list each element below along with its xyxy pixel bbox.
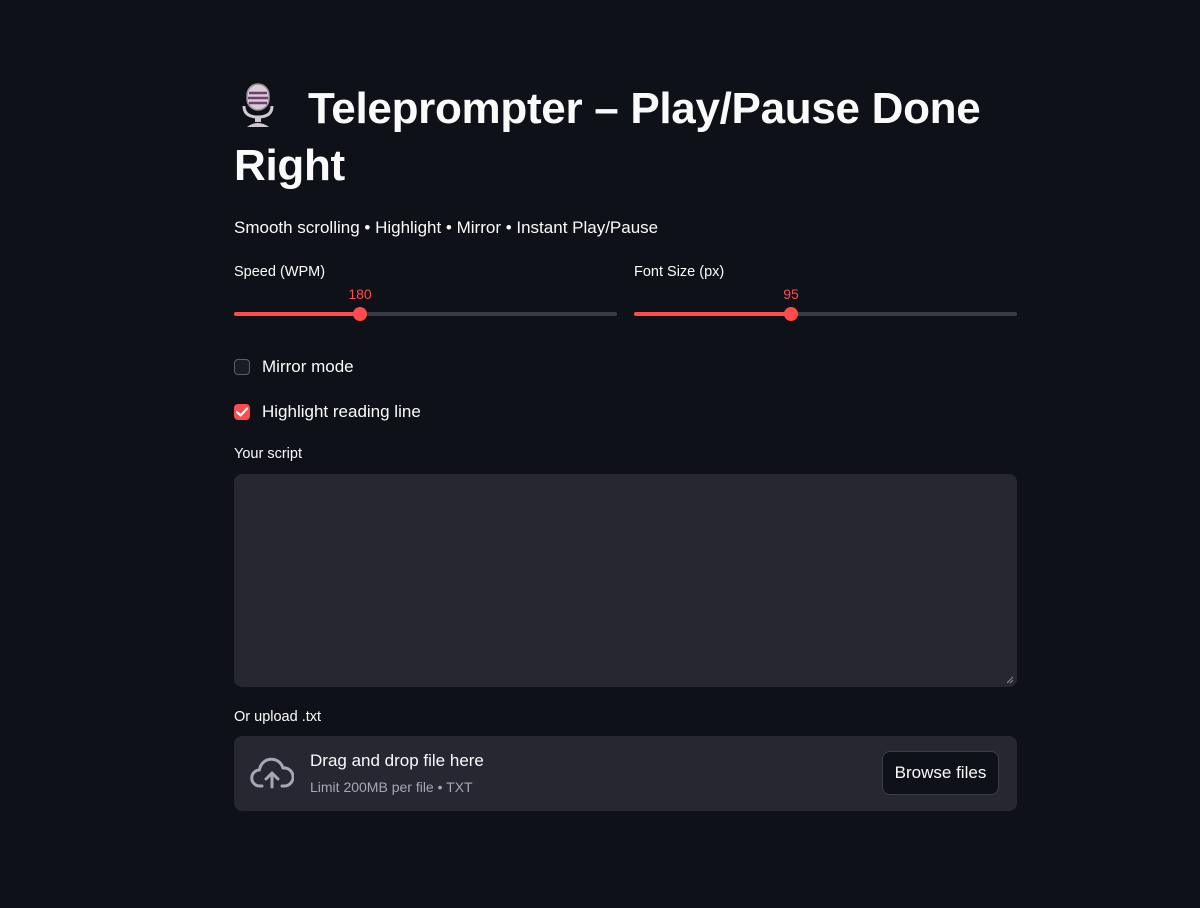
dropzone-limit: Limit 200MB per file • TXT xyxy=(310,779,473,795)
cloud-upload-icon xyxy=(250,757,294,789)
font-size-slider-value: 95 xyxy=(783,286,799,302)
font-size-slider-thumb[interactable] xyxy=(784,307,798,321)
speed-slider-value: 180 xyxy=(348,286,372,302)
font-size-slider-label: Font Size (px) xyxy=(634,264,725,280)
upload-label: Or upload .txt xyxy=(234,709,322,725)
speed-slider[interactable]: Speed (WPM) 180 xyxy=(234,264,617,324)
page-subtitle: Smooth scrolling • Highlight • Mirror • … xyxy=(234,218,659,237)
mirror-mode-label: Mirror mode xyxy=(262,357,354,376)
speed-slider-thumb[interactable] xyxy=(353,307,367,321)
speed-slider-track[interactable] xyxy=(234,307,617,321)
browse-files-button[interactable]: Browse files xyxy=(882,751,999,795)
speed-slider-label: Speed (WPM) xyxy=(234,264,326,280)
checkmark-icon xyxy=(236,407,248,417)
file-dropzone[interactable]: Drag and drop file here Limit 200MB per … xyxy=(234,736,1017,811)
page-title: Teleprompter – Play/Pause Done Right xyxy=(234,80,1034,194)
script-input-label: Your script xyxy=(234,446,302,462)
script-textarea[interactable] xyxy=(234,474,1017,687)
dropzone-title: Drag and drop file here xyxy=(310,751,484,770)
highlight-line-box[interactable] xyxy=(234,404,250,420)
font-size-slider-fill xyxy=(634,312,791,316)
microphone-icon xyxy=(234,81,282,129)
highlight-line-label: Highlight reading line xyxy=(262,402,421,421)
title-text: Teleprompter – Play/Pause Done Right xyxy=(234,84,981,190)
speed-slider-fill xyxy=(234,312,360,316)
font-size-slider-track[interactable] xyxy=(634,307,1017,321)
highlight-line-checkbox[interactable]: Highlight reading line xyxy=(234,401,421,423)
font-size-slider[interactable]: Font Size (px) 95 xyxy=(634,264,1017,324)
resize-handle-icon[interactable] xyxy=(1006,676,1014,684)
mirror-mode-box[interactable] xyxy=(234,359,250,375)
mirror-mode-checkbox[interactable]: Mirror mode xyxy=(234,356,354,378)
